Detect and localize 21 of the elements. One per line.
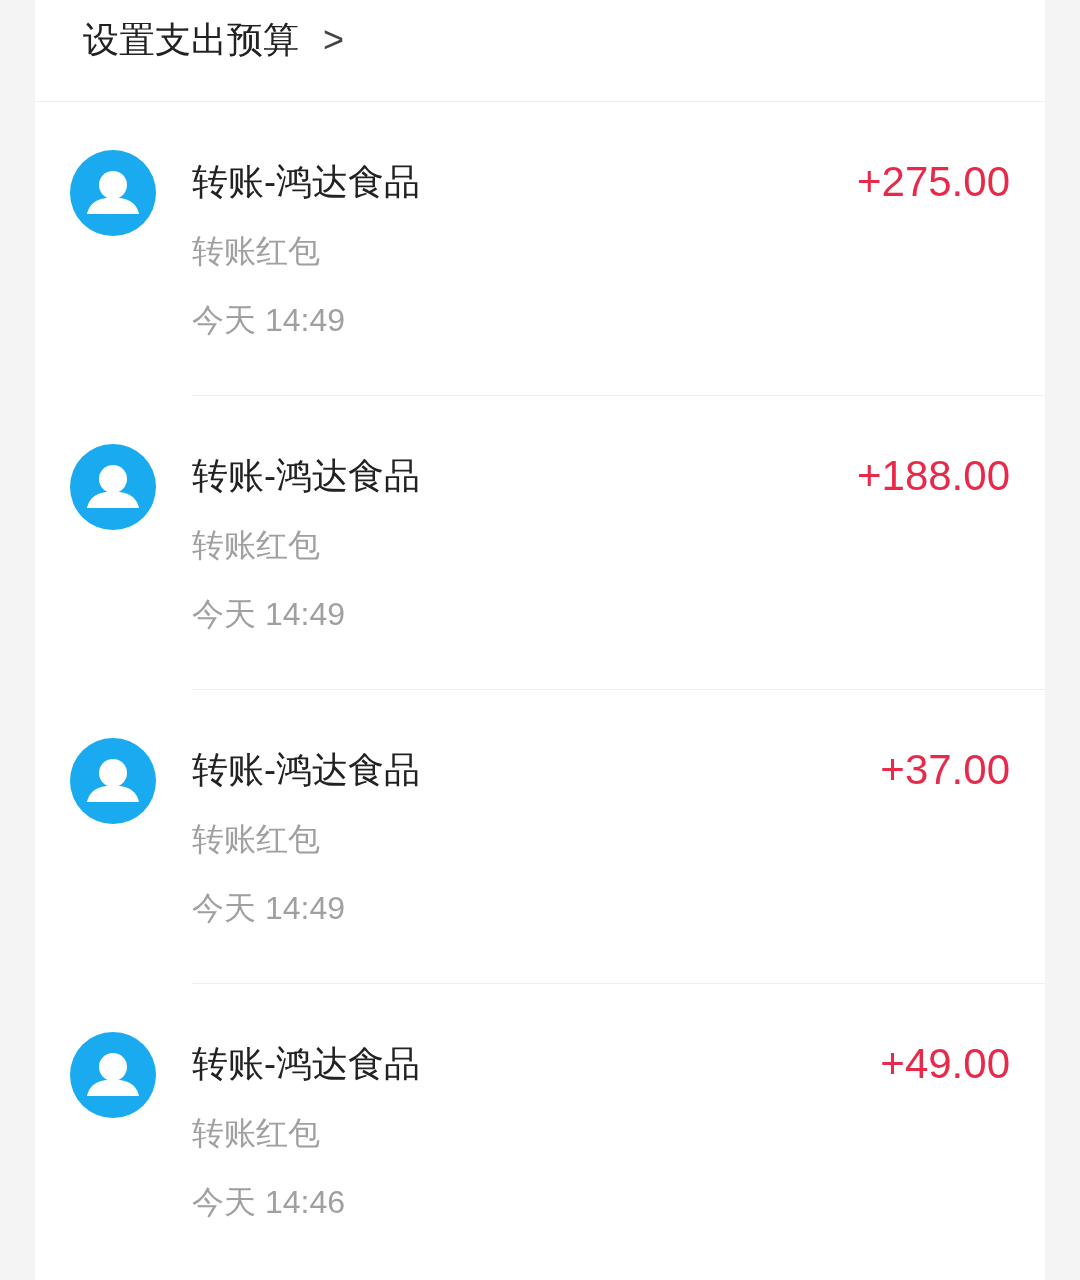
budget-link[interactable]: 设置支出预算 > [83, 18, 345, 62]
transaction-amount: +275.00 [857, 160, 1010, 204]
transaction-amount: +49.00 [880, 1042, 1010, 1086]
transaction-type: 转账红包 [192, 526, 321, 565]
transaction-title: 转账-鸿达食品 [192, 1042, 421, 1086]
avatar-icon [70, 444, 156, 530]
transaction-type: 转账红包 [192, 1114, 321, 1153]
transaction-time: 今天 14:49 [192, 889, 346, 928]
transaction-type: 转账红包 [192, 232, 321, 271]
transaction-time: 今天 14:49 [192, 301, 346, 340]
avatar-icon [70, 150, 156, 236]
transaction-type: 转账红包 [192, 820, 321, 859]
avatar-icon [70, 738, 156, 824]
transaction-time: 今天 14:46 [192, 1183, 346, 1222]
transaction-title: 转账-鸿达食品 [192, 748, 421, 792]
transaction-amount: +188.00 [857, 454, 1010, 498]
avatar-icon [70, 1032, 156, 1118]
transaction-time: 今天 14:49 [192, 595, 346, 634]
transaction-title: 转账-鸿达食品 [192, 454, 421, 498]
transaction-title: 转账-鸿达食品 [192, 160, 421, 204]
transaction-amount: +37.00 [880, 748, 1010, 792]
